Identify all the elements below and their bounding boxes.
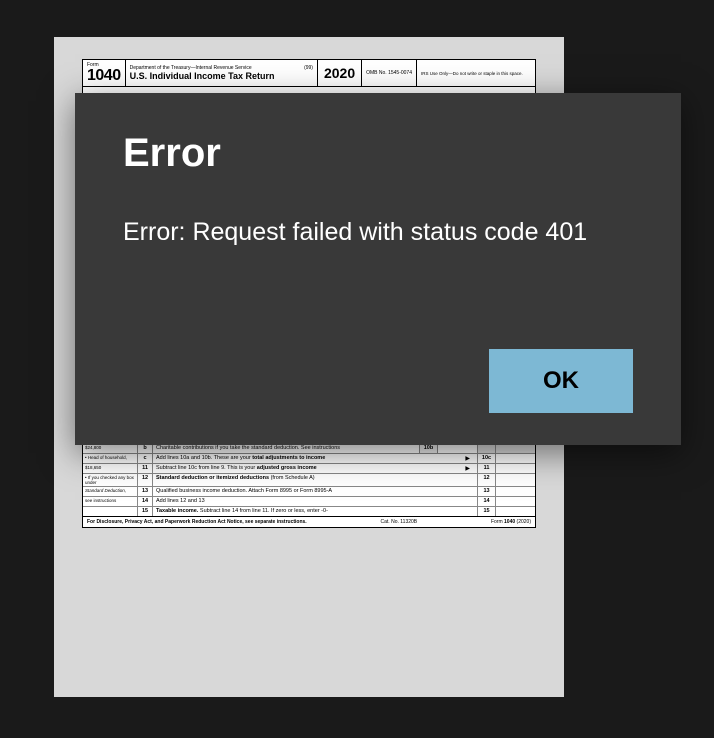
form-year: 2020	[324, 65, 355, 81]
form-line-14: see instructions 14 Add lines 12 and 13 …	[83, 496, 535, 506]
line-num: 13	[138, 487, 153, 496]
line-amount2	[495, 444, 535, 453]
line-box: 12	[477, 474, 495, 486]
line-num: 11	[138, 464, 153, 473]
line-box: 13	[477, 487, 495, 496]
ok-button[interactable]: OK	[489, 349, 633, 413]
line-box: 15	[477, 507, 495, 516]
form-omb: OMB No. 1545-0074	[362, 60, 417, 86]
form-number-box: Form 1040	[83, 60, 126, 86]
line-amount	[495, 487, 535, 496]
arrow-icon: ▶	[465, 465, 470, 472]
arrow-icon: ▶	[465, 455, 470, 462]
line-box: 10c	[477, 454, 495, 463]
sidebar-deduction-amount: $24,800	[83, 444, 138, 453]
line-amount	[495, 464, 535, 473]
line-amount	[495, 474, 535, 486]
form-line-15: 15 Taxable income. Subtract line 14 from…	[83, 506, 535, 516]
sidebar-hoh-amount: $18,650	[83, 464, 138, 473]
line-amount	[437, 444, 477, 453]
form-footer: For Disclosure, Privacy Act, and Paperwo…	[83, 516, 535, 527]
form-title-box: Department of the Treasury—Internal Reve…	[126, 60, 317, 86]
line-num: b	[138, 444, 153, 453]
line-amount	[495, 497, 535, 506]
line-amount	[495, 454, 535, 463]
line-desc: Qualified business income deduction. Att…	[153, 487, 477, 496]
modal-message: Error: Request failed with status code 4…	[123, 218, 633, 349]
form-header: Form 1040 Department of the Treasury—Int…	[83, 60, 535, 87]
sidebar-blank	[83, 507, 138, 516]
footer-form-year: Form 1040 (2020)	[491, 519, 531, 525]
modal-actions: OK	[123, 349, 633, 413]
line-desc: Subtract line 10c from line 9. This is y…	[153, 464, 477, 473]
form-line-10c: • Head of household, c Add lines 10a and…	[83, 453, 535, 463]
line-box: 10b	[419, 444, 437, 453]
sidebar-checked: • If you checked any box under	[83, 474, 138, 486]
sidebar-std-deduction: Standard Deduction,	[83, 487, 138, 496]
form-line-12: • If you checked any box under 12 Standa…	[83, 473, 535, 486]
form-lines-section: $24,800 b Charitable contributions if yo…	[83, 443, 535, 527]
line-desc: Add lines 12 and 13	[153, 497, 477, 506]
error-modal: Error Error: Request failed with status …	[75, 93, 681, 445]
line-box: 11	[477, 464, 495, 473]
form-line-11: $18,650 11 Subtract line 10c from line 9…	[83, 463, 535, 473]
line-desc: Standard deduction or itemized deduction…	[153, 474, 477, 486]
footer-disclosure: For Disclosure, Privacy Act, and Paperwo…	[87, 519, 307, 525]
line-box-gray	[477, 444, 495, 453]
line-num: 15	[138, 507, 153, 516]
line-desc: Taxable income. Subtract line 14 from li…	[153, 507, 477, 516]
modal-title: Error	[123, 131, 633, 176]
line-desc: Add lines 10a and 10b. These are your to…	[153, 454, 477, 463]
line-box: 14	[477, 497, 495, 506]
footer-catalog: Cat. No. 11320B	[381, 519, 418, 525]
form-line-13: Standard Deduction, 13 Qualified busines…	[83, 486, 535, 496]
line-num: 14	[138, 497, 153, 506]
sidebar-hoh: • Head of household,	[83, 454, 138, 463]
line-num: c	[138, 454, 153, 463]
line-num: 12	[138, 474, 153, 486]
form-irs-use-only: IRS Use Only—Do not write or staple in t…	[417, 60, 535, 86]
form-year-box: 2020	[317, 60, 362, 86]
form-number: 1040	[87, 68, 121, 84]
line-amount	[495, 507, 535, 516]
line-desc: Charitable contributions if you take the…	[153, 444, 419, 453]
sidebar-see-inst: see instructions	[83, 497, 138, 506]
form-title: U.S. Individual Income Tax Return	[130, 71, 313, 81]
